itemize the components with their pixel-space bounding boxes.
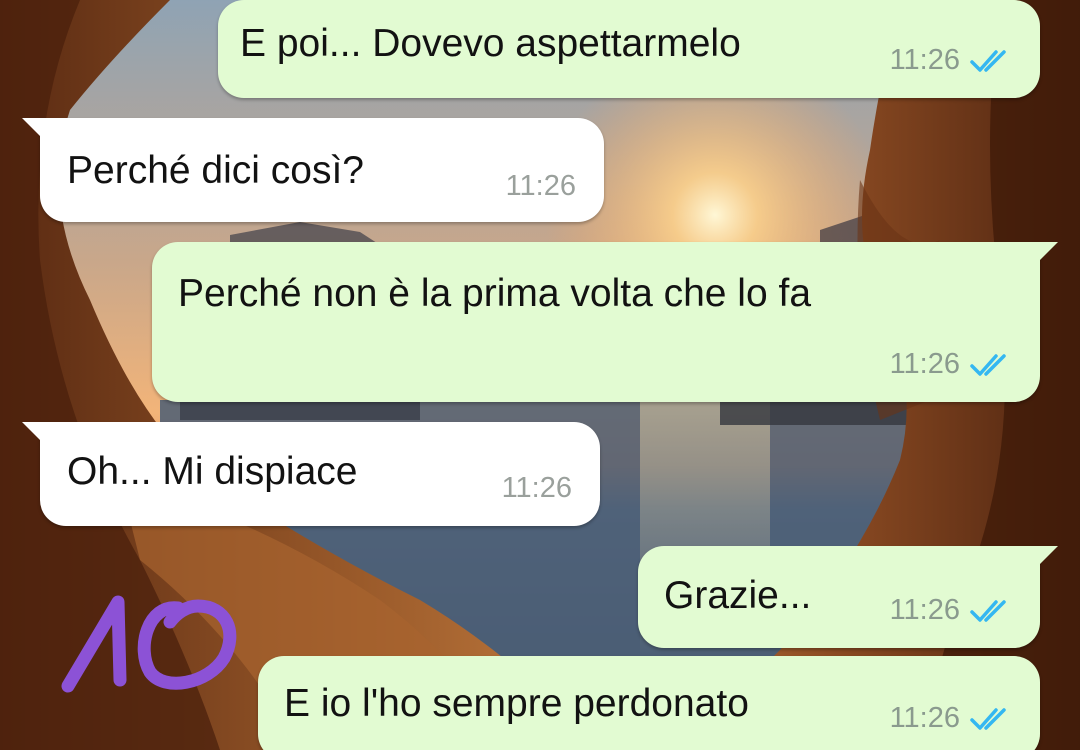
message-time: 11:26	[889, 594, 960, 626]
message-bubble-outgoing[interactable]: E io l'ho sempre perdonato 11:26	[258, 656, 1040, 750]
message-bubble-outgoing[interactable]: Perché non è la prima volta che lo fa 11…	[152, 242, 1058, 402]
message-time: 11:26	[889, 348, 960, 380]
message-time: 11:26	[889, 44, 960, 76]
handwritten-number-annotation	[61, 595, 237, 693]
message-text: E io l'ho sempre perdonato	[284, 682, 749, 725]
bubble-tail	[22, 118, 44, 140]
message-time: 11:26	[505, 170, 576, 202]
double-check-read-icon	[970, 707, 1006, 730]
message-text: Perché non è la prima volta che lo fa	[178, 272, 812, 315]
message-bubble-incoming[interactable]: Perché dici così? 11:26	[22, 118, 604, 222]
bubble-tail	[22, 422, 44, 444]
double-check-read-icon	[970, 353, 1006, 376]
bubble-tail	[1036, 546, 1058, 568]
double-check-read-icon	[970, 49, 1006, 72]
message-bubble-incoming[interactable]: Oh... Mi dispiace 11:26	[22, 422, 600, 526]
message-bubble-outgoing[interactable]: Grazie... 11:26	[638, 546, 1058, 648]
message-bubble-outgoing[interactable]: E poi... Dovevo aspettarmelo 11:26	[218, 0, 1040, 98]
message-time: 11:26	[889, 702, 960, 734]
message-text: E poi... Dovevo aspettarmelo	[240, 22, 741, 65]
message-time: 11:26	[501, 472, 572, 504]
message-meta: 11:26	[890, 702, 1012, 735]
message-text: Grazie...	[664, 574, 812, 617]
message-meta: 11:26	[890, 44, 1012, 77]
double-check-read-icon	[970, 599, 1006, 622]
message-meta: 11:26	[502, 472, 572, 505]
message-meta: 11:26	[890, 594, 1012, 627]
message-text: Oh... Mi dispiace	[67, 450, 358, 493]
bubble-tail	[1036, 242, 1058, 264]
message-text: Perché dici così?	[67, 149, 364, 192]
message-meta: 11:26	[506, 170, 576, 203]
message-meta: 11:26	[890, 348, 1012, 381]
